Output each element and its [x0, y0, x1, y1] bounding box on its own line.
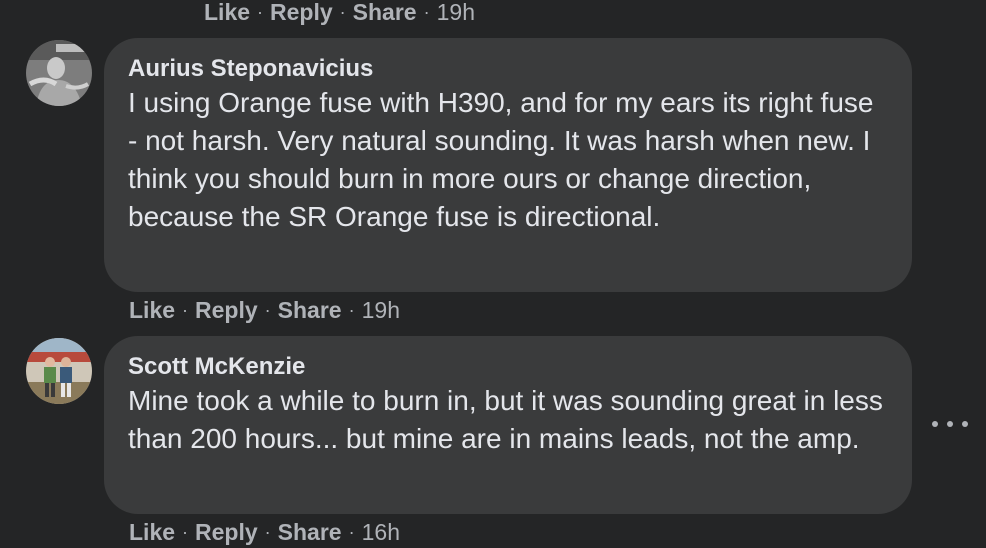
comment-thread: Like · Reply · Share · 19h Aurius Stepon…: [0, 0, 986, 548]
separator: ·: [339, 1, 346, 22]
separator: ·: [348, 299, 355, 320]
more-dot: [962, 421, 968, 427]
comment-actions: Like · Reply · Share · 16h: [129, 518, 400, 546]
avatar-scott[interactable]: [26, 338, 92, 404]
comment-text: Mine took a while to burn in, but it was…: [128, 385, 883, 454]
timestamp[interactable]: 19h: [362, 297, 400, 324]
separator: ·: [264, 521, 271, 542]
comment-author[interactable]: Aurius Steponavicius: [128, 54, 888, 84]
separator: ·: [348, 521, 355, 542]
comment-author[interactable]: Scott McKenzie: [128, 352, 888, 382]
comment-text: I using Orange fuse with H390, and for m…: [128, 87, 874, 232]
separator: ·: [182, 299, 189, 320]
share-link[interactable]: Share: [353, 0, 417, 26]
like-link[interactable]: Like: [129, 297, 175, 324]
reply-link[interactable]: Reply: [195, 297, 258, 324]
share-link[interactable]: Share: [278, 519, 342, 546]
more-horizontal-icon[interactable]: [932, 412, 968, 436]
comment-bubble: Aurius Steponavicius I using Orange fuse…: [104, 38, 912, 292]
like-link[interactable]: Like: [204, 0, 250, 26]
more-dot: [932, 421, 938, 427]
timestamp[interactable]: 19h: [437, 0, 475, 26]
reply-link[interactable]: Reply: [195, 519, 258, 546]
previous-comment-actions: Like · Reply · Share · 19h: [204, 0, 475, 26]
comment-bubble: Scott McKenzie Mine took a while to burn…: [104, 336, 912, 514]
avatar-image: [26, 338, 92, 404]
avatar-image: [26, 40, 92, 106]
like-link[interactable]: Like: [129, 519, 175, 546]
comment-actions: Like · Reply · Share · 19h: [129, 296, 400, 324]
separator: ·: [182, 521, 189, 542]
share-link[interactable]: Share: [278, 297, 342, 324]
reply-link[interactable]: Reply: [270, 0, 333, 26]
more-dot: [947, 421, 953, 427]
avatar-aurius[interactable]: [26, 40, 92, 106]
separator: ·: [264, 299, 271, 320]
separator: ·: [423, 1, 430, 22]
separator: ·: [257, 1, 264, 22]
timestamp[interactable]: 16h: [362, 519, 400, 546]
